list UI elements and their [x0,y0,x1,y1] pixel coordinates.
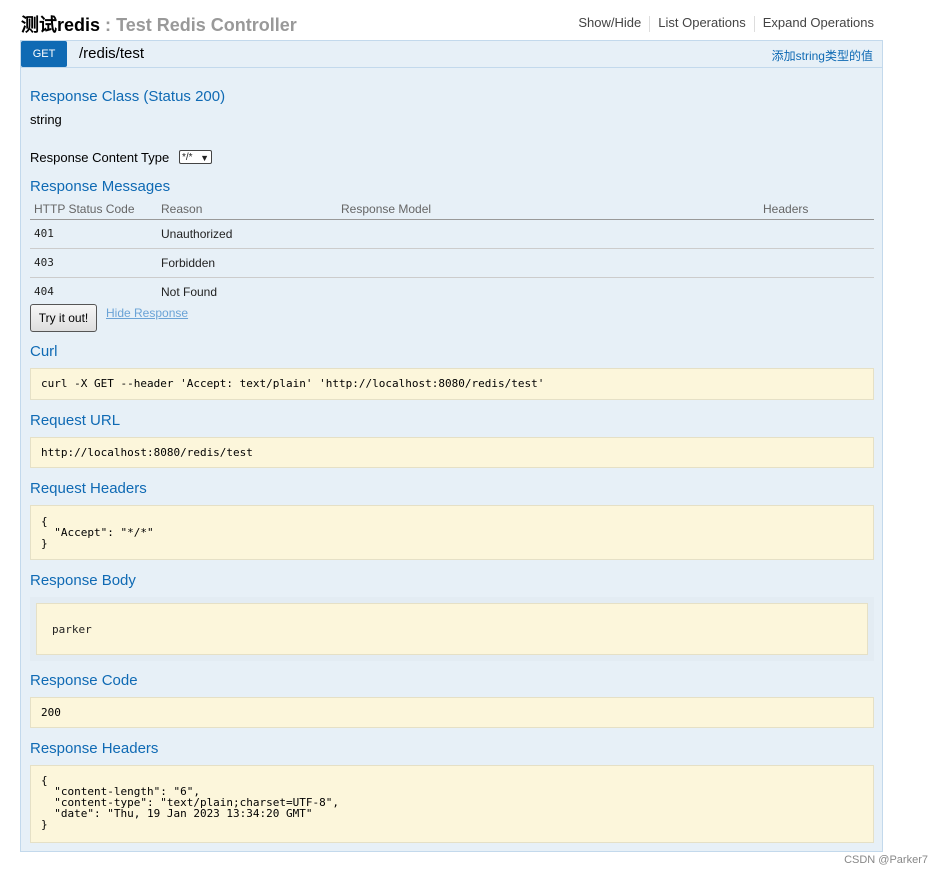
resource-actions: Show/Hide List Operations Expand Operation… [570,15,874,32]
show-hide-link[interactable]: Show/Hide [570,15,649,30]
response-class-heading: Response Class (Status 200) [30,88,226,105]
reason-cell: Not Found [161,285,218,299]
column-header: HTTP Status Code [34,202,135,216]
response-body-box: parker [36,603,868,655]
status-code-cell: 401 [34,227,54,240]
hide-response-link[interactable]: Hide Response [106,306,188,320]
response-code-box: 200 [30,697,874,728]
response-headers-heading: Response Headers [30,740,159,757]
resource-header: 测试redis : Test Redis Controller Show/Hid… [21,8,884,38]
column-header: Response Model [341,202,432,216]
swagger-page: 测试redis : Test Redis Controller Show/Hid… [0,0,942,875]
response-headers-value: { "content-length": "6", "content-type":… [41,774,340,831]
resource-name[interactable]: 测试redis [21,15,100,35]
curl-box: curl -X GET --header 'Accept: text/plain… [30,368,874,400]
try-it-out-button[interactable]: Try it out! [30,304,97,332]
response-messages-table: HTTP Status Code Reason Response Model H… [30,199,874,306]
request-headers-heading: Request Headers [30,480,147,497]
operation-heading[interactable]: GET /redis/test 添加string类型的值 [21,41,882,68]
status-code-cell: 403 [34,256,54,269]
watermark: CSDN @Parker7 [844,854,928,866]
response-code-value: 200 [41,706,61,719]
table-header: HTTP Status Code Reason Response Model H… [30,199,874,220]
content-type-select[interactable]: */* ▼ [179,150,212,164]
content-type-value: */* [182,152,193,163]
title-separator: : [105,15,112,35]
response-body-value: parker [52,623,92,636]
response-headers-box: { "content-length": "6", "content-type":… [30,765,874,843]
column-header: Reason [161,202,203,216]
operation-path[interactable]: /redis/test [79,45,144,62]
table-row: 403 Forbidden [30,249,874,278]
response-class-type: string [30,112,62,127]
curl-heading: Curl [30,343,58,360]
request-url-box: http://localhost:8080/redis/test [30,437,874,468]
response-body-heading: Response Body [30,572,136,589]
response-messages-heading: Response Messages [30,178,171,195]
request-url-heading: Request URL [30,412,121,429]
resource-title[interactable]: 测试redis : Test Redis Controller [21,11,297,37]
content-type-label: Response Content Type [30,150,170,165]
chevron-down-icon: ▼ [200,153,209,163]
table-row: 404 Not Found [30,278,874,306]
column-header: Headers [763,202,809,216]
http-method-badge[interactable]: GET [21,41,67,67]
request-headers-value: { "Accept": "*/*" } [41,515,154,550]
operation-summary[interactable]: 添加string类型的值 [772,47,873,64]
table-row: 401 Unauthorized [30,220,874,249]
operation-panel: GET /redis/test 添加string类型的值 Response Cl… [20,40,883,852]
list-operations-link[interactable]: List Operations [650,15,753,30]
resource-description: Test Redis Controller [116,15,297,35]
reason-cell: Unauthorized [161,227,233,241]
reason-cell: Forbidden [161,256,216,270]
expand-operations-link[interactable]: Expand Operations [755,15,874,30]
status-code-cell: 404 [34,285,54,298]
request-headers-box: { "Accept": "*/*" } [30,505,874,560]
response-code-heading: Response Code [30,672,138,689]
request-url-value: http://localhost:8080/redis/test [41,446,253,459]
curl-command: curl -X GET --header 'Accept: text/plain… [41,377,545,390]
